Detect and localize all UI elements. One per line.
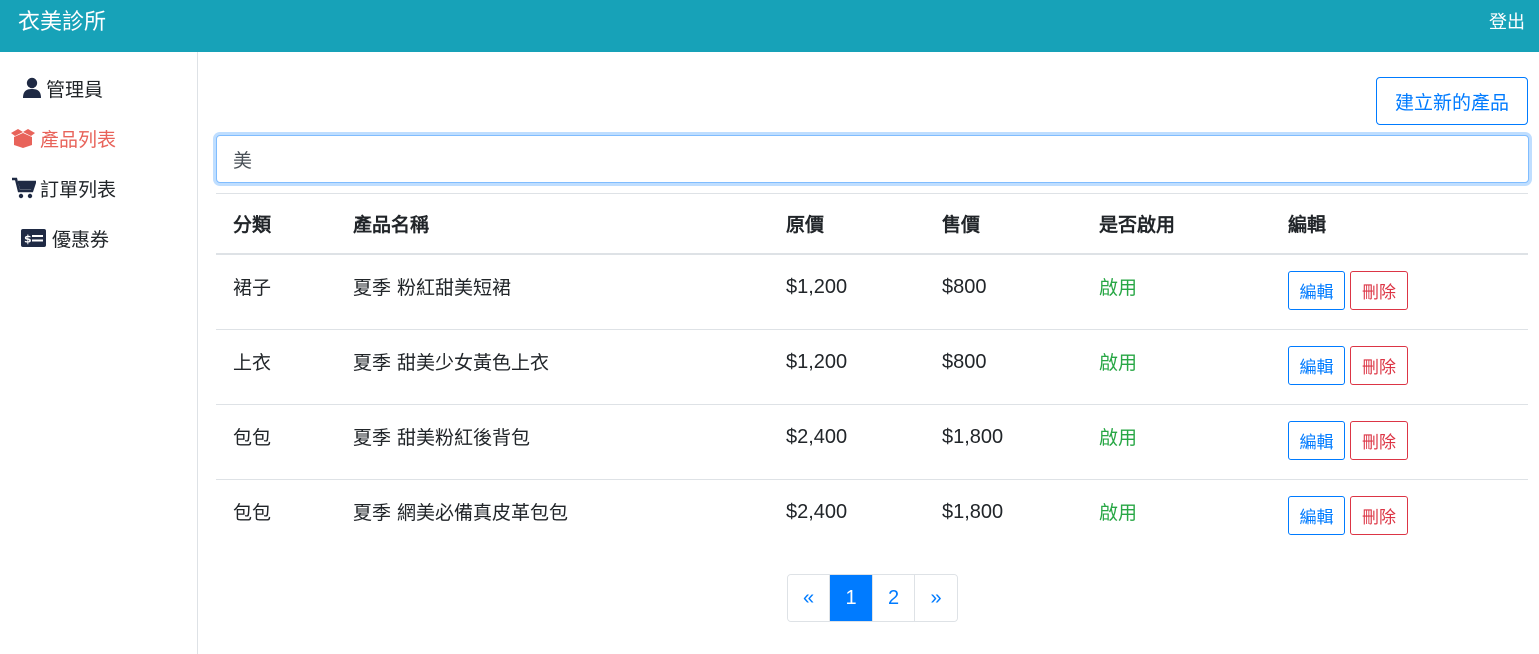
table-row: 包包 夏季 甜美粉紅後背包 $2,400 $1,800 啟用 編輯 刪除	[216, 405, 1528, 480]
header-edit: 編輯	[1288, 214, 1327, 236]
delete-button[interactable]: 刪除	[1350, 271, 1408, 310]
table-header: 分類 產品名稱 原價 售價 是否啟用 編輯	[216, 193, 1528, 255]
cell-price: $800	[942, 351, 987, 373]
pagination: « 1 2 »	[787, 574, 958, 622]
page-prev-button[interactable]: «	[788, 575, 830, 621]
header-name: 產品名稱	[353, 214, 430, 236]
sidebar: 管理員 產品列表 訂單列表 $ 優惠券	[0, 52, 198, 654]
cell-category: 裙子	[233, 277, 272, 299]
cell-price: $800	[942, 276, 987, 298]
cell-category: 包包	[233, 427, 272, 449]
money-check-icon: $	[21, 229, 46, 247]
page-1-button[interactable]: 1	[830, 575, 873, 621]
user-icon	[22, 77, 42, 99]
page-2-button[interactable]: 2	[873, 575, 915, 621]
delete-button[interactable]: 刪除	[1350, 496, 1408, 535]
cell-price: $1,800	[942, 501, 1004, 523]
cell-origin-price: $1,200	[786, 276, 848, 298]
cell-category: 上衣	[233, 352, 272, 374]
sidebar-item-label: 優惠券	[52, 228, 110, 251]
header-origin-price: 原價	[786, 214, 825, 236]
delete-button[interactable]: 刪除	[1350, 421, 1408, 460]
shopping-cart-icon	[12, 177, 36, 199]
brand-title[interactable]: 衣美診所	[18, 8, 106, 38]
cell-price: $1,800	[942, 426, 1004, 448]
cell-category: 包包	[233, 502, 272, 524]
table-row: 上衣 夏季 甜美少女黃色上衣 $1,200 $800 啟用 編輯 刪除	[216, 330, 1528, 405]
cell-name: 夏季 甜美粉紅後背包	[353, 427, 531, 449]
edit-button[interactable]: 編輯	[1288, 421, 1345, 460]
sidebar-item-coupons[interactable]: $ 優惠券	[21, 218, 109, 258]
table-row: 裙子 夏季 粉紅甜美短裙 $1,200 $800 啟用 編輯 刪除	[216, 255, 1528, 330]
sidebar-item-label: 管理員	[46, 78, 104, 101]
cell-name: 夏季 網美必備真皮革包包	[353, 502, 569, 524]
edit-button[interactable]: 編輯	[1288, 496, 1345, 535]
svg-text:$: $	[24, 233, 32, 246]
sidebar-item-label: 訂單列表	[40, 178, 117, 201]
cell-status: 啟用	[1099, 352, 1138, 374]
box-open-icon	[10, 128, 36, 148]
cell-status: 啟用	[1099, 427, 1138, 449]
create-product-button[interactable]: 建立新的產品	[1376, 77, 1528, 125]
sidebar-item-admin[interactable]: 管理員	[22, 68, 103, 108]
sidebar-item-label: 產品列表	[40, 128, 117, 151]
logout-link[interactable]: 登出	[1489, 11, 1525, 35]
cell-status: 啟用	[1099, 502, 1138, 524]
cell-name: 夏季 甜美少女黃色上衣	[353, 352, 550, 374]
table-row: 包包 夏季 網美必備真皮革包包 $2,400 $1,800 啟用 編輯 刪除	[216, 480, 1528, 555]
cell-origin-price: $1,200	[786, 351, 848, 373]
product-table: 分類 產品名稱 原價 售價 是否啟用 編輯 裙子 夏季 粉紅甜美短裙 $1,20…	[216, 193, 1528, 555]
cell-origin-price: $2,400	[786, 501, 848, 523]
header-enabled: 是否啟用	[1099, 214, 1176, 236]
cell-status: 啟用	[1099, 277, 1138, 299]
cell-name: 夏季 粉紅甜美短裙	[353, 277, 512, 299]
edit-button[interactable]: 編輯	[1288, 271, 1345, 310]
header-price: 售價	[942, 214, 981, 236]
sidebar-item-products[interactable]: 產品列表	[10, 118, 116, 158]
header-category: 分類	[233, 214, 272, 236]
page-next-button[interactable]: »	[915, 575, 957, 621]
top-navbar: 衣美診所 登出	[0, 0, 1539, 52]
search-input[interactable]	[216, 135, 1529, 183]
sidebar-item-orders[interactable]: 訂單列表	[12, 168, 116, 208]
delete-button[interactable]: 刪除	[1350, 346, 1408, 385]
edit-button[interactable]: 編輯	[1288, 346, 1345, 385]
cell-origin-price: $2,400	[786, 426, 848, 448]
